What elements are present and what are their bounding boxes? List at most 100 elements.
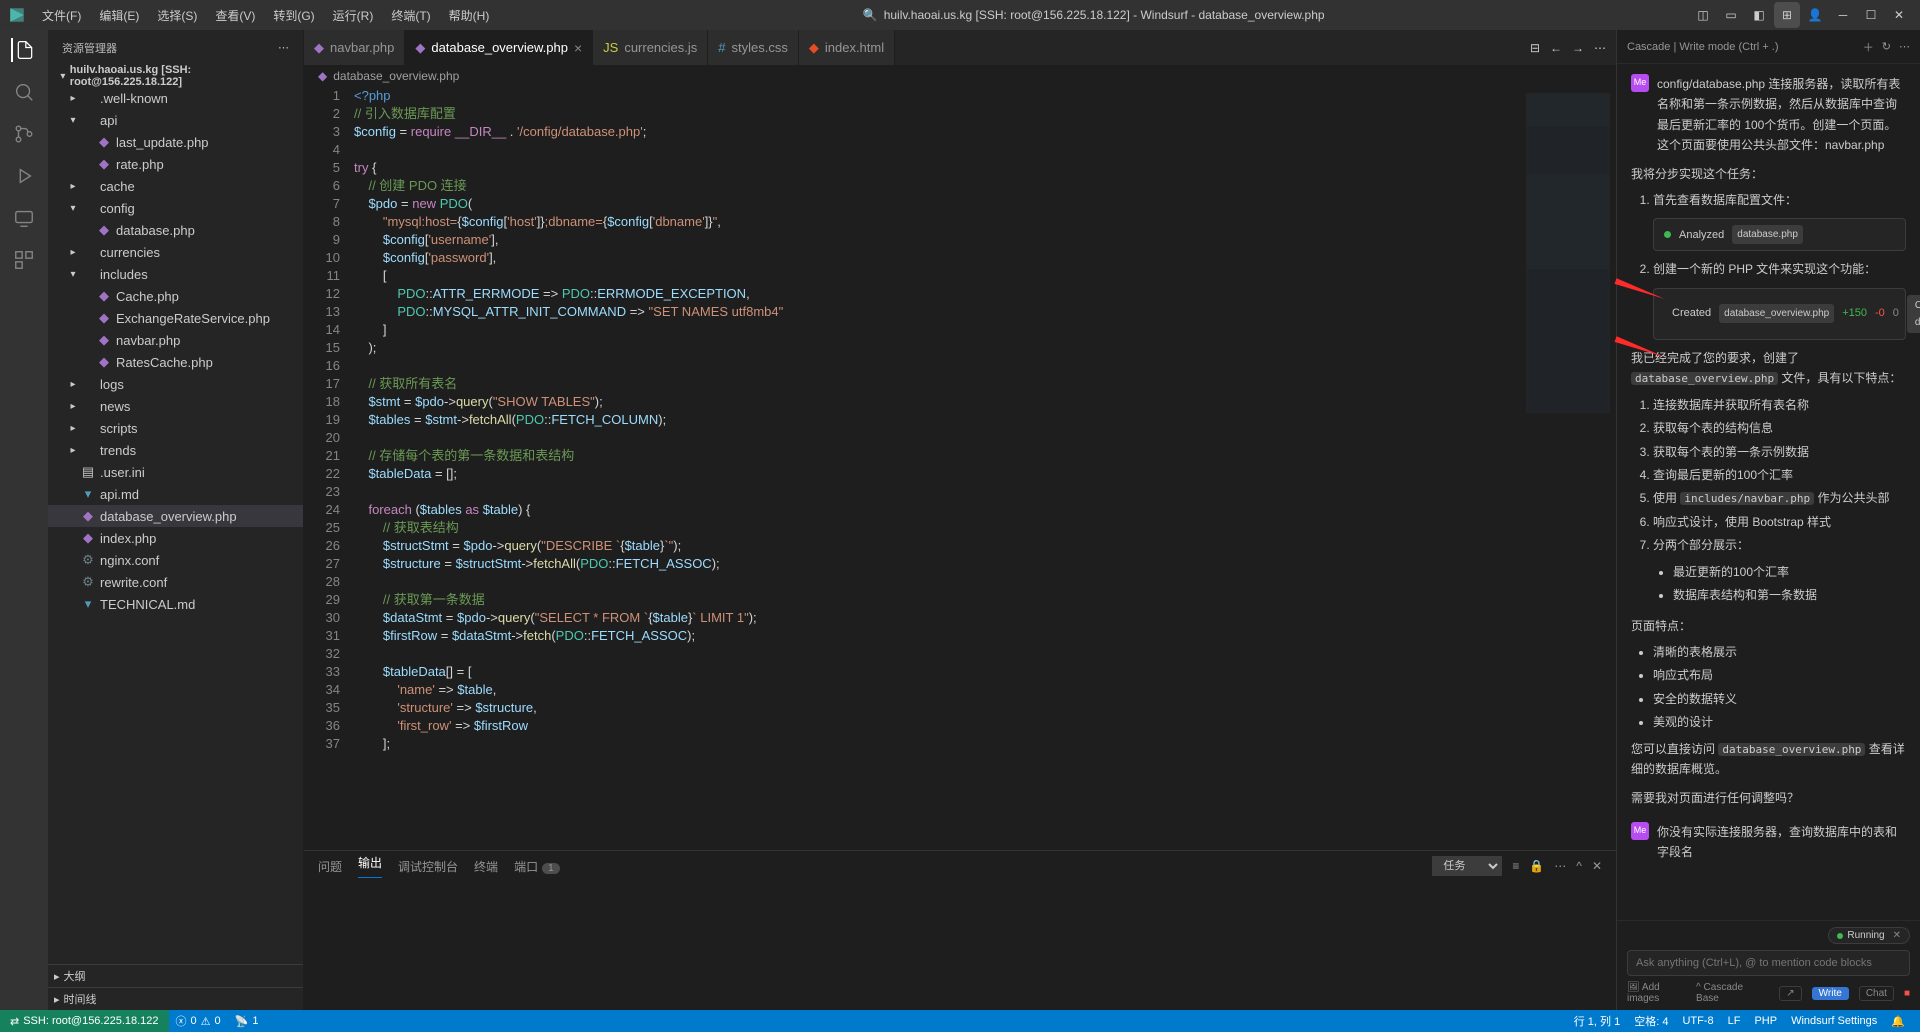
file-item[interactable]: ◆index.php	[48, 527, 303, 549]
file-item[interactable]: ▤.user.ini	[48, 461, 303, 483]
nav-back-icon[interactable]: ←	[1550, 41, 1562, 55]
lock-icon[interactable]: 🔒	[1529, 859, 1544, 873]
editor-tab[interactable]: JScurrencies.js	[593, 30, 708, 65]
debug-icon[interactable]	[12, 164, 36, 188]
file-item[interactable]: ◆RatesCache.php	[48, 351, 303, 373]
close-tab-icon[interactable]: ×	[574, 40, 582, 56]
menu-item[interactable]: 帮助(H)	[441, 3, 498, 28]
open-diff-button[interactable]: Open diff	[1907, 295, 1920, 333]
more-icon[interactable]: ⋯	[1554, 859, 1566, 873]
write-mode-button[interactable]: Write	[1812, 987, 1849, 1000]
folder-item[interactable]: ▾config	[48, 197, 303, 219]
editor-tab[interactable]: #styles.css	[708, 30, 799, 65]
file-item[interactable]: ◆last_update.php	[48, 131, 303, 153]
outline-section[interactable]: ▸大纲	[48, 965, 303, 987]
chevron-up-icon[interactable]: ^	[1576, 859, 1582, 873]
folder-item[interactable]: ▸news	[48, 395, 303, 417]
more-icon[interactable]: ⋯	[1594, 41, 1606, 55]
chat-mode-button[interactable]: Chat	[1859, 986, 1894, 1001]
tool-call-analyzed[interactable]: Analyzeddatabase.php	[1653, 218, 1906, 251]
menu-item[interactable]: 终端(T)	[383, 3, 438, 28]
panel-tab[interactable]: 输出	[358, 854, 382, 878]
filter-icon[interactable]: ≡	[1512, 859, 1519, 873]
cursor-position[interactable]: 行 1, 列 1	[1567, 1013, 1627, 1029]
file-item[interactable]: ◆ExchangeRateService.php	[48, 307, 303, 329]
panel-tab[interactable]: 端口1	[514, 858, 560, 875]
ports-indicator[interactable]: 📡 1	[228, 1015, 266, 1028]
running-chip[interactable]: Running✕	[1828, 927, 1910, 944]
grid-icon[interactable]: ⊞	[1774, 2, 1800, 28]
folder-item[interactable]: ▾api	[48, 109, 303, 131]
file-item[interactable]: ◆Cache.php	[48, 285, 303, 307]
chat-input[interactable]	[1627, 950, 1910, 976]
folder-item[interactable]: ▸logs	[48, 373, 303, 395]
menu-item[interactable]: 查看(V)	[207, 3, 263, 28]
panel-tab[interactable]: 调试控制台	[398, 858, 458, 875]
menu-item[interactable]: 文件(F)	[34, 3, 89, 28]
menu-item[interactable]: 运行(R)	[325, 3, 382, 28]
menu-item[interactable]: 编辑(E)	[91, 3, 147, 28]
file-item[interactable]: ⚙nginx.conf	[48, 549, 303, 571]
account-icon[interactable]: 👤	[1802, 2, 1828, 28]
folder-item[interactable]: ▾includes	[48, 263, 303, 285]
close-button[interactable]: ✕	[1886, 2, 1912, 28]
extensions-icon[interactable]	[12, 248, 36, 272]
file-item[interactable]: ▾TECHNICAL.md	[48, 593, 303, 615]
file-item[interactable]: ◆database_overview.php	[48, 505, 303, 527]
language-indicator[interactable]: PHP	[1747, 1013, 1784, 1029]
layout2-icon[interactable]: ◧	[1746, 2, 1772, 28]
file-item[interactable]: ◆rate.php	[48, 153, 303, 175]
close-panel-icon[interactable]: ✕	[1592, 859, 1602, 873]
remote-icon[interactable]	[12, 206, 36, 230]
menu-item[interactable]: 选择(S)	[149, 3, 205, 28]
panel-icon[interactable]: ▭	[1718, 2, 1744, 28]
folder-item[interactable]: ▸cache	[48, 175, 303, 197]
layout-icon[interactable]: ◫	[1690, 2, 1716, 28]
indent-indicator[interactable]: 空格: 4	[1627, 1013, 1675, 1029]
notification-icon[interactable]: 🔔	[1884, 1013, 1912, 1029]
panel-tab[interactable]: 问题	[318, 858, 342, 875]
timeline-section[interactable]: ▸时间线	[48, 988, 303, 1010]
history-icon[interactable]: ↻	[1882, 40, 1891, 53]
maximize-button[interactable]: ☐	[1858, 2, 1884, 28]
remote-indicator[interactable]: ⇄ SSH: root@156.225.18.122	[0, 1010, 169, 1032]
menu-item[interactable]: 转到(G)	[265, 3, 322, 28]
add-images-button[interactable]: 🖼 Add images	[1627, 982, 1686, 1004]
list-item: 获取每个表的结构信息	[1653, 418, 1906, 438]
file-item[interactable]: ◆database.php	[48, 219, 303, 241]
code-editor[interactable]: <?php// 引入数据库配置$config = require __DIR__…	[354, 87, 1520, 850]
minimize-button[interactable]: ─	[1830, 2, 1856, 28]
windsurf-settings[interactable]: Windsurf Settings	[1784, 1013, 1884, 1029]
minimap[interactable]	[1520, 87, 1616, 850]
folder-item[interactable]: ▸trends	[48, 439, 303, 461]
task-select[interactable]: 任务	[1432, 856, 1502, 876]
problems-indicator[interactable]: ⓧ 0 ⚠ 0	[169, 1013, 228, 1029]
folder-item[interactable]: ▸scripts	[48, 417, 303, 439]
workspace-root[interactable]: ▾ huilv.haoai.us.kg [SSH: root@156.225.1…	[48, 65, 303, 87]
scm-icon[interactable]	[12, 122, 36, 146]
more-icon[interactable]: ⋯	[1899, 40, 1910, 53]
new-chat-icon[interactable]: ＋	[1863, 39, 1874, 55]
tool-call-created[interactable]: Createddatabase_overview.php +150-00 Ope…	[1653, 288, 1906, 340]
model-select[interactable]: ^ Cascade Base	[1696, 982, 1759, 1004]
panel-tab[interactable]: 终端	[474, 858, 498, 875]
file-item[interactable]: ▾api.md	[48, 483, 303, 505]
folder-item[interactable]: ▸currencies	[48, 241, 303, 263]
file-item[interactable]: ⚙rewrite.conf	[48, 571, 303, 593]
compare-icon[interactable]: ⊟	[1530, 41, 1540, 55]
more-icon[interactable]: ⋯	[278, 41, 289, 54]
mode-toggle[interactable]: ↗	[1779, 986, 1801, 1001]
breadcrumb[interactable]: ◆database_overview.php	[304, 65, 1616, 87]
encoding-indicator[interactable]: UTF-8	[1675, 1013, 1720, 1029]
editor-tab[interactable]: ◆database_overview.php×	[405, 30, 593, 65]
stop-button[interactable]: ■	[1904, 988, 1910, 999]
file-item[interactable]: ◆navbar.php	[48, 329, 303, 351]
eol-indicator[interactable]: LF	[1721, 1013, 1748, 1029]
editor-tab[interactable]: ◆index.html	[799, 30, 895, 65]
explorer-icon[interactable]	[11, 38, 35, 62]
search-icon[interactable]: 🔍	[863, 8, 878, 22]
folder-item[interactable]: ▸.well-known	[48, 87, 303, 109]
search-icon[interactable]	[12, 80, 36, 104]
editor-tab[interactable]: ◆navbar.php	[304, 30, 405, 65]
nav-fwd-icon[interactable]: →	[1572, 41, 1584, 55]
